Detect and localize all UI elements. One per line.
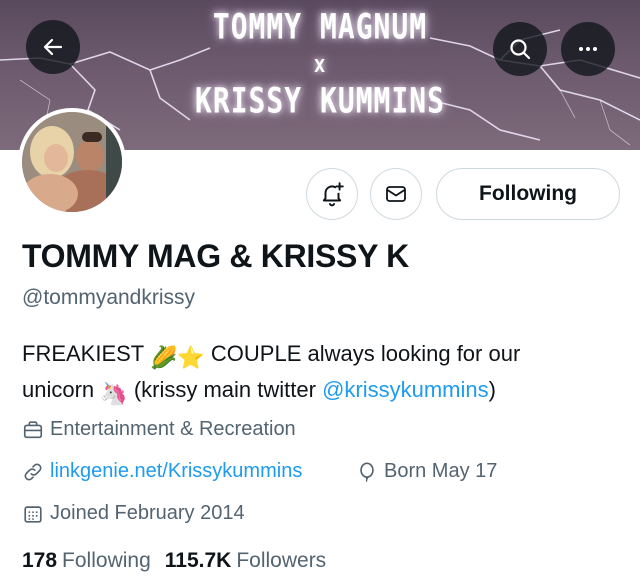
follow-counts: 178 Following 115.7K Followers	[22, 549, 340, 573]
profile-birthday: Born May 17	[356, 460, 497, 483]
following-button[interactable]: Following	[436, 168, 620, 220]
search-icon	[510, 39, 531, 60]
following-count-link[interactable]: 178 Following	[22, 549, 151, 573]
envelope-icon	[386, 186, 406, 202]
message-button[interactable]	[370, 168, 422, 220]
profile-avatar[interactable]	[18, 108, 126, 216]
bio-text-5: )	[488, 377, 496, 402]
bell-plus-icon	[322, 182, 344, 207]
notifications-button[interactable]	[306, 168, 358, 220]
profile-bio: FREAKIEST 🌽⭐ COUPLE always looking for o…	[22, 338, 622, 410]
joined-label: Joined February 2014	[50, 502, 245, 524]
more-options-button[interactable]	[561, 22, 615, 76]
balloon-icon	[356, 461, 378, 483]
category-label: Entertainment & Recreation	[50, 418, 296, 440]
website-link[interactable]: linkgenie.net/Krissykummins	[50, 460, 302, 483]
birthday-label: Born May 17	[384, 460, 498, 482]
following-count: 178	[22, 549, 58, 572]
bio-text-3: unicorn	[22, 377, 95, 402]
star-emoji-icon: ⭐	[177, 345, 205, 370]
profile-website: linkgenie.net/Krissykummins	[22, 460, 302, 483]
unicorn-emoji-icon: 🦄	[100, 381, 128, 406]
more-horizontal-icon	[579, 47, 597, 51]
bio-text-4: (krissy main twitter	[133, 377, 316, 402]
bio-text-1: FREAKIEST	[22, 341, 144, 366]
profile-joined-date: Joined February 2014	[22, 502, 245, 525]
back-button[interactable]	[26, 20, 80, 74]
user-handle: @tommyandkrissy	[22, 286, 196, 309]
followers-count-label: Followers	[236, 549, 327, 572]
corn-emoji-icon: 🌽	[149, 345, 178, 370]
search-button[interactable]	[493, 22, 547, 76]
arrow-left-icon	[43, 38, 63, 56]
followers-count-link[interactable]: 115.7K Followers	[165, 549, 326, 573]
followers-count: 115.7K	[164, 549, 232, 572]
avatar-photo	[22, 112, 122, 212]
following-count-label: Following	[62, 549, 151, 572]
bio-text-2: COUPLE always looking for our	[210, 341, 521, 366]
profile-category: Entertainment & Recreation	[22, 418, 296, 441]
bio-mention-link[interactable]: @krissykummins	[322, 377, 489, 402]
calendar-icon	[22, 503, 44, 525]
display-name: TOMMY MAG & KRISSY K	[22, 238, 409, 274]
link-icon	[22, 461, 44, 483]
briefcase-icon	[22, 419, 44, 441]
